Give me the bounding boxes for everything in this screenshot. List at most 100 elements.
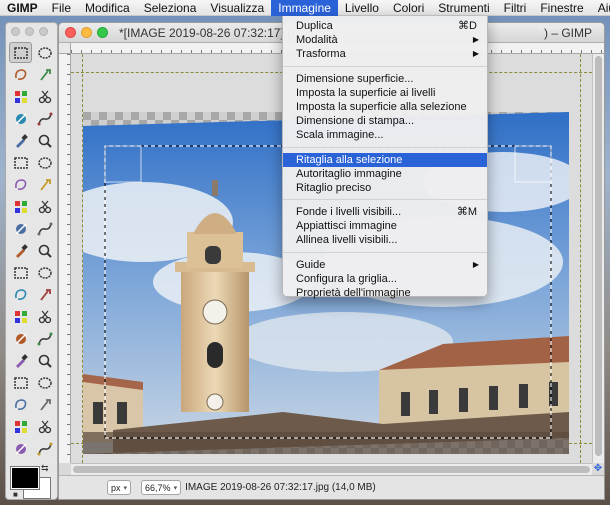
menu-file[interactable]: File	[45, 0, 78, 16]
menu-gimp[interactable]: GIMP	[0, 0, 45, 16]
zoom-icon[interactable]	[33, 130, 56, 151]
warp-icon[interactable]	[9, 284, 32, 305]
perspective-icon[interactable]	[33, 218, 56, 239]
default-colors-icon[interactable]: ■	[13, 490, 18, 499]
menu-item-label: Guide	[296, 258, 326, 271]
gradient-icon[interactable]	[33, 306, 56, 327]
menu-item-imposta-selezione[interactable]: Imposta la superficie alla selezione	[283, 100, 487, 114]
lasso-icon[interactable]	[9, 64, 32, 85]
zoom-select[interactable]: 66,7% ▾	[141, 480, 182, 495]
swap-colors-icon[interactable]: ⇆	[41, 463, 49, 474]
navigate-icon[interactable]: ✥	[592, 463, 604, 475]
bucket-fill-icon[interactable]	[9, 306, 32, 327]
unified-transform-icon[interactable]	[9, 240, 32, 261]
menu-finestre[interactable]: Finestre	[533, 0, 590, 16]
menu-strumenti[interactable]: Strumenti	[431, 0, 496, 16]
scale-icon-glyph	[38, 200, 51, 213]
flip-icon[interactable]	[9, 262, 32, 283]
toolbox-minimize-button[interactable]	[25, 27, 34, 36]
clone-icon[interactable]	[9, 394, 32, 415]
menu-item-modalita[interactable]: Modalità ▶	[283, 33, 487, 47]
heal-icon-glyph	[39, 398, 51, 411]
status-bar: px ▾ 66,7% ▾ IMAGE 2019-08-26 07:32:17.j…	[59, 475, 604, 499]
text-icon[interactable]	[33, 284, 56, 305]
heal-icon[interactable]	[33, 394, 56, 415]
measure-icon[interactable]	[9, 152, 32, 173]
foreground-select-icon[interactable]	[9, 108, 32, 129]
minimize-button[interactable]	[81, 27, 92, 38]
color-select-icon[interactable]	[9, 86, 32, 107]
perspective-clone-icon[interactable]	[9, 416, 32, 437]
menu-item-appiattisci[interactable]: Appiattisci immagine	[283, 219, 487, 233]
zoom-button[interactable]	[97, 27, 108, 38]
unit-select[interactable]: px ▾	[107, 480, 132, 495]
menu-item-trasforma[interactable]: Trasforma ▶	[283, 47, 487, 61]
menu-seleziona[interactable]: Seleziona	[137, 0, 204, 16]
menu-item-autoritaglio[interactable]: Autoritaglio immagine	[283, 167, 487, 181]
paths-icon[interactable]	[33, 108, 56, 129]
fuzzy-select-icon-glyph	[39, 68, 51, 81]
ruler-corner[interactable]	[59, 43, 71, 54]
rotate-icon[interactable]	[9, 196, 32, 217]
toolbox-zoom-button[interactable]	[39, 27, 48, 36]
crop-icon[interactable]	[33, 174, 56, 195]
mypaint-brush-icon[interactable]	[33, 372, 56, 393]
cage-icon-glyph	[37, 266, 52, 279]
menu-aiuto[interactable]: Aiuto	[591, 0, 610, 16]
menu-item-fonde-livelli[interactable]: Fonde i livelli visibili... ⌘M	[283, 205, 487, 219]
menu-item-dimensione-superficie[interactable]: Dimensione superficie...	[283, 72, 487, 86]
menu-item-proprieta-immagine[interactable]: Proprietà dell'immagine	[283, 286, 487, 300]
close-button[interactable]	[65, 27, 76, 38]
smudge-icon[interactable]	[9, 438, 32, 459]
rotate-icon-glyph	[14, 200, 27, 213]
menu-item-allinea-livelli[interactable]: Allinea livelli visibili...	[283, 233, 487, 247]
handle-transform-icon[interactable]	[33, 240, 56, 261]
menu-item-configura-griglia[interactable]: Configura la griglia...	[283, 272, 487, 286]
menu-item-guide[interactable]: Guide ▶	[283, 258, 487, 272]
horizontal-scroll-thumb[interactable]	[73, 466, 590, 473]
dodge-burn-icon[interactable]	[33, 438, 56, 459]
vertical-scrollbar[interactable]	[592, 54, 604, 463]
blur-icon[interactable]	[33, 416, 56, 437]
menu-item-duplica[interactable]: Duplica ⌘D	[283, 19, 487, 33]
ink-icon-glyph	[13, 376, 28, 389]
lasso-icon-glyph	[14, 68, 26, 80]
shear-icon[interactable]	[9, 218, 32, 239]
move-icon[interactable]	[33, 152, 56, 173]
menu-modifica[interactable]: Modifica	[78, 0, 137, 16]
rect-select-icon[interactable]	[9, 42, 32, 63]
cage-icon[interactable]	[33, 262, 56, 283]
menu-visualizza[interactable]: Visualizza	[203, 0, 271, 16]
gradient-icon-glyph	[38, 310, 51, 323]
bucket-fill-icon-glyph	[14, 310, 27, 323]
menu-item-scala-immagine[interactable]: Scala immagine...	[283, 128, 487, 142]
align-icon-glyph	[14, 178, 26, 190]
airbrush-icon[interactable]	[33, 350, 56, 371]
menu-colori[interactable]: Colori	[386, 0, 431, 16]
eraser-icon[interactable]	[9, 350, 32, 371]
menu-item-ritaglia-selezione[interactable]: Ritaglia alla selezione	[283, 152, 487, 167]
fuzzy-select-icon[interactable]	[33, 64, 56, 85]
ellipse-select-icon[interactable]	[33, 42, 56, 63]
paintbrush-icon[interactable]	[33, 328, 56, 349]
ink-icon[interactable]	[9, 372, 32, 393]
menu-livello[interactable]: Livello	[338, 0, 386, 16]
pencil-icon-glyph	[14, 332, 27, 345]
align-icon[interactable]	[9, 174, 32, 195]
blur-icon-glyph	[38, 420, 51, 433]
color-picker-icon[interactable]	[9, 130, 32, 151]
menu-item-ritaglio-preciso[interactable]: Ritaglio preciso	[283, 181, 487, 195]
scissors-icon[interactable]	[33, 86, 56, 107]
menu-filtri[interactable]: Filtri	[497, 0, 534, 16]
horizontal-scrollbar[interactable]	[71, 463, 592, 475]
foreground-color[interactable]	[11, 467, 39, 489]
menu-immagine[interactable]: Immagine	[271, 0, 338, 16]
menu-item-imposta-livelli[interactable]: Imposta la superficie ai livelli	[283, 86, 487, 100]
scale-icon[interactable]	[33, 196, 56, 217]
vertical-ruler[interactable]	[59, 54, 71, 463]
menu-item-dimensione-stampa[interactable]: Dimensione di stampa...	[283, 114, 487, 128]
pencil-icon[interactable]	[9, 328, 32, 349]
move-icon-glyph	[37, 156, 52, 169]
vertical-scroll-thumb[interactable]	[595, 56, 602, 456]
toolbox-close-button[interactable]	[11, 27, 20, 36]
